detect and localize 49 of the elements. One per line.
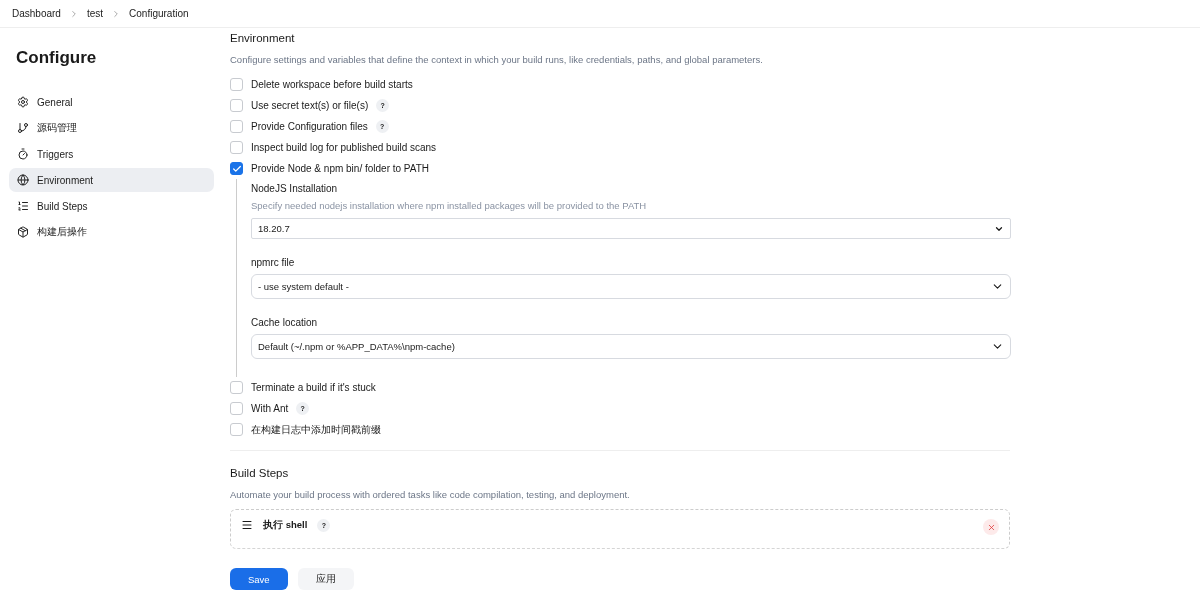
checkbox-label: With Ant bbox=[251, 403, 289, 414]
field-label: NodeJS Installation bbox=[251, 183, 339, 194]
breadcrumb-link[interactable]: Dashboard bbox=[12, 8, 61, 19]
checkbox[interactable] bbox=[230, 381, 243, 394]
sidebar-item[interactable]: General bbox=[9, 90, 214, 114]
checkbox[interactable] bbox=[230, 423, 243, 436]
checkbox-label: Provide Node & npm bin/ folder to PATH bbox=[251, 163, 430, 174]
list-icon bbox=[17, 200, 29, 212]
save-button[interactable]: Save bbox=[230, 568, 288, 590]
sidebar-item[interactable]: 源码管理 bbox=[9, 116, 214, 140]
breadcrumb-link[interactable]: test bbox=[86, 8, 104, 19]
settings-icon bbox=[17, 96, 29, 108]
field-hint: Specify needed nodejs installation where npm installed packages will be provided to the PATH bbox=[251, 200, 648, 211]
checkbox[interactable] bbox=[230, 78, 243, 91]
sidebar-item[interactable]: Build Steps bbox=[9, 194, 214, 218]
step-title: 执行 shell bbox=[263, 519, 308, 532]
checkbox-label: 在构建日志中添加时间戳前缀 bbox=[251, 422, 381, 437]
checkbox-label: Terminate a build if it's stuck bbox=[251, 382, 376, 393]
select-field[interactable]: 18.20.7 bbox=[251, 218, 1011, 239]
field-label: Cache location bbox=[251, 317, 319, 328]
checkbox[interactable] bbox=[230, 141, 243, 154]
section-title: Build Steps bbox=[230, 467, 290, 479]
close-icon bbox=[986, 522, 996, 532]
select-field[interactable]: Default (~/.npm or %APP_DATA%\npm-cache) bbox=[251, 334, 1011, 359]
delete-button[interactable] bbox=[983, 519, 999, 535]
checkbox[interactable] bbox=[230, 99, 243, 112]
apply-button[interactable]: 应用 bbox=[297, 568, 354, 590]
select-field[interactable]: - use system default - bbox=[251, 274, 1011, 299]
checkbox[interactable] bbox=[230, 120, 243, 133]
section-description: Automate your build process with ordered tasks like code compilation, testing, and deployment. bbox=[230, 489, 631, 500]
section-description: Configure settings and variables that define the context in which your build runs, like credentials, paths, and global parameters. bbox=[230, 54, 764, 65]
checkbox-label: Inspect build log for published build scans bbox=[251, 142, 437, 153]
field-label: npmrc file bbox=[251, 257, 296, 268]
sidebar-item[interactable]: 构建后操作 bbox=[9, 220, 214, 244]
sidebar-item[interactable]: Environment bbox=[9, 168, 214, 192]
checkbox-label: Use secret text(s) or file(s) bbox=[251, 100, 369, 111]
checkbox[interactable] bbox=[230, 162, 243, 175]
checkbox-label: Provide Configuration files bbox=[251, 121, 368, 132]
page-title: Configure bbox=[16, 48, 98, 68]
section-title: Environment bbox=[230, 32, 296, 44]
timer-icon bbox=[17, 148, 29, 160]
checkbox-label: Delete workspace before build starts bbox=[251, 79, 413, 90]
breadcrumb-link[interactable]: Configuration bbox=[129, 8, 189, 19]
sidebar-item[interactable]: Triggers bbox=[9, 142, 214, 166]
drag-handle-icon[interactable] bbox=[241, 519, 253, 531]
branch-icon bbox=[17, 122, 29, 134]
checkbox[interactable] bbox=[230, 402, 243, 415]
globe-icon bbox=[17, 174, 29, 186]
package-icon bbox=[17, 226, 29, 238]
